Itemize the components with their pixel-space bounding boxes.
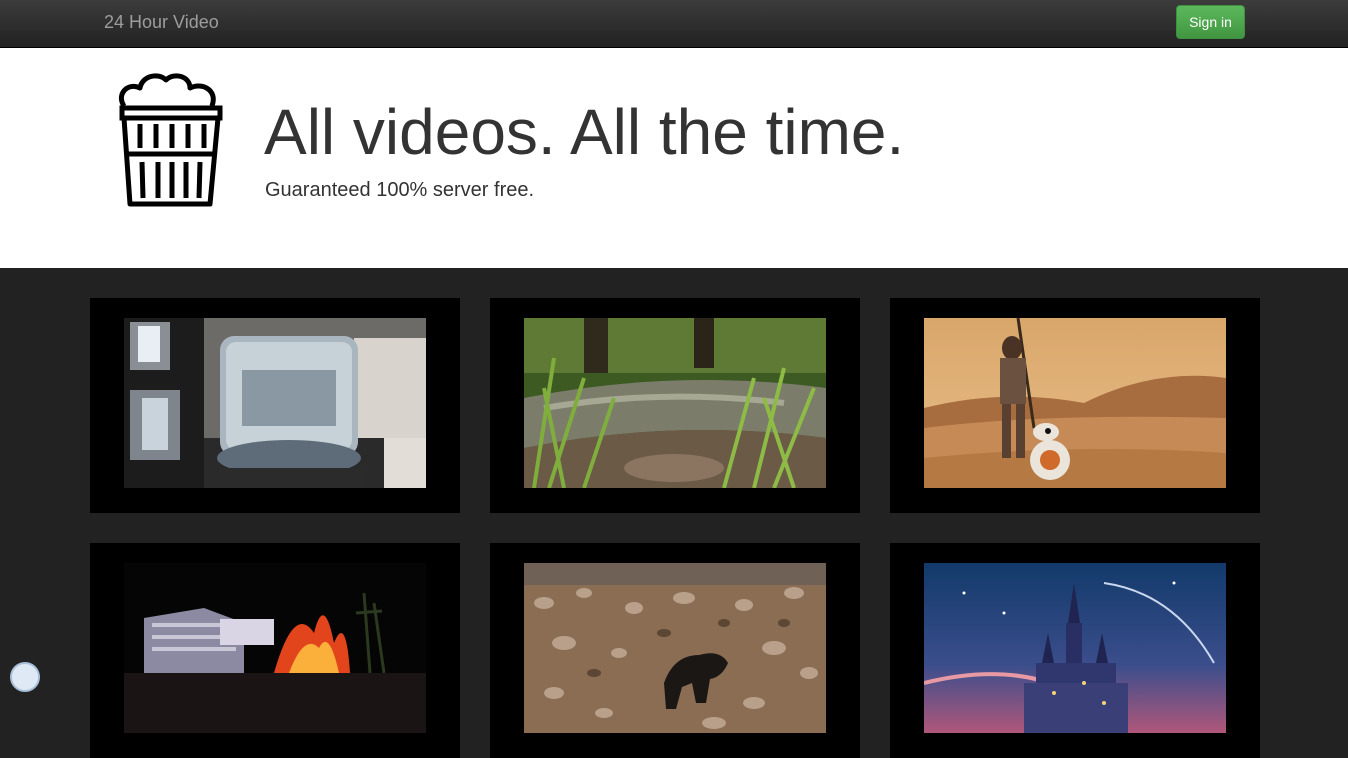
video-grid (0, 268, 1348, 758)
video-card[interactable] (90, 543, 460, 758)
video-thumbnail[interactable] (924, 318, 1226, 488)
video-card[interactable] (490, 543, 860, 758)
video-thumbnail[interactable] (124, 563, 426, 733)
video-thumbnail[interactable] (124, 318, 426, 488)
video-thumbnail[interactable] (924, 563, 1226, 733)
video-card[interactable] (890, 298, 1260, 513)
brand-link[interactable]: 24 Hour Video (104, 12, 219, 33)
hero-tagline: Guaranteed 100% server free. (265, 179, 535, 201)
top-navbar: 24 Hour Video Sign in (0, 0, 1348, 48)
sign-in-button[interactable]: Sign in (1176, 5, 1245, 39)
hero-banner: All videos. All the time. Guaranteed 100… (0, 48, 1348, 268)
video-card[interactable] (890, 543, 1260, 758)
video-card[interactable] (490, 298, 860, 513)
video-thumbnail[interactable] (524, 563, 826, 733)
video-card[interactable] (90, 298, 460, 513)
hero-headline: All videos. All the time. (264, 96, 905, 168)
corner-widget-button[interactable] (10, 662, 40, 692)
video-thumbnail[interactable] (524, 318, 826, 488)
popcorn-bucket-icon (118, 73, 223, 207)
